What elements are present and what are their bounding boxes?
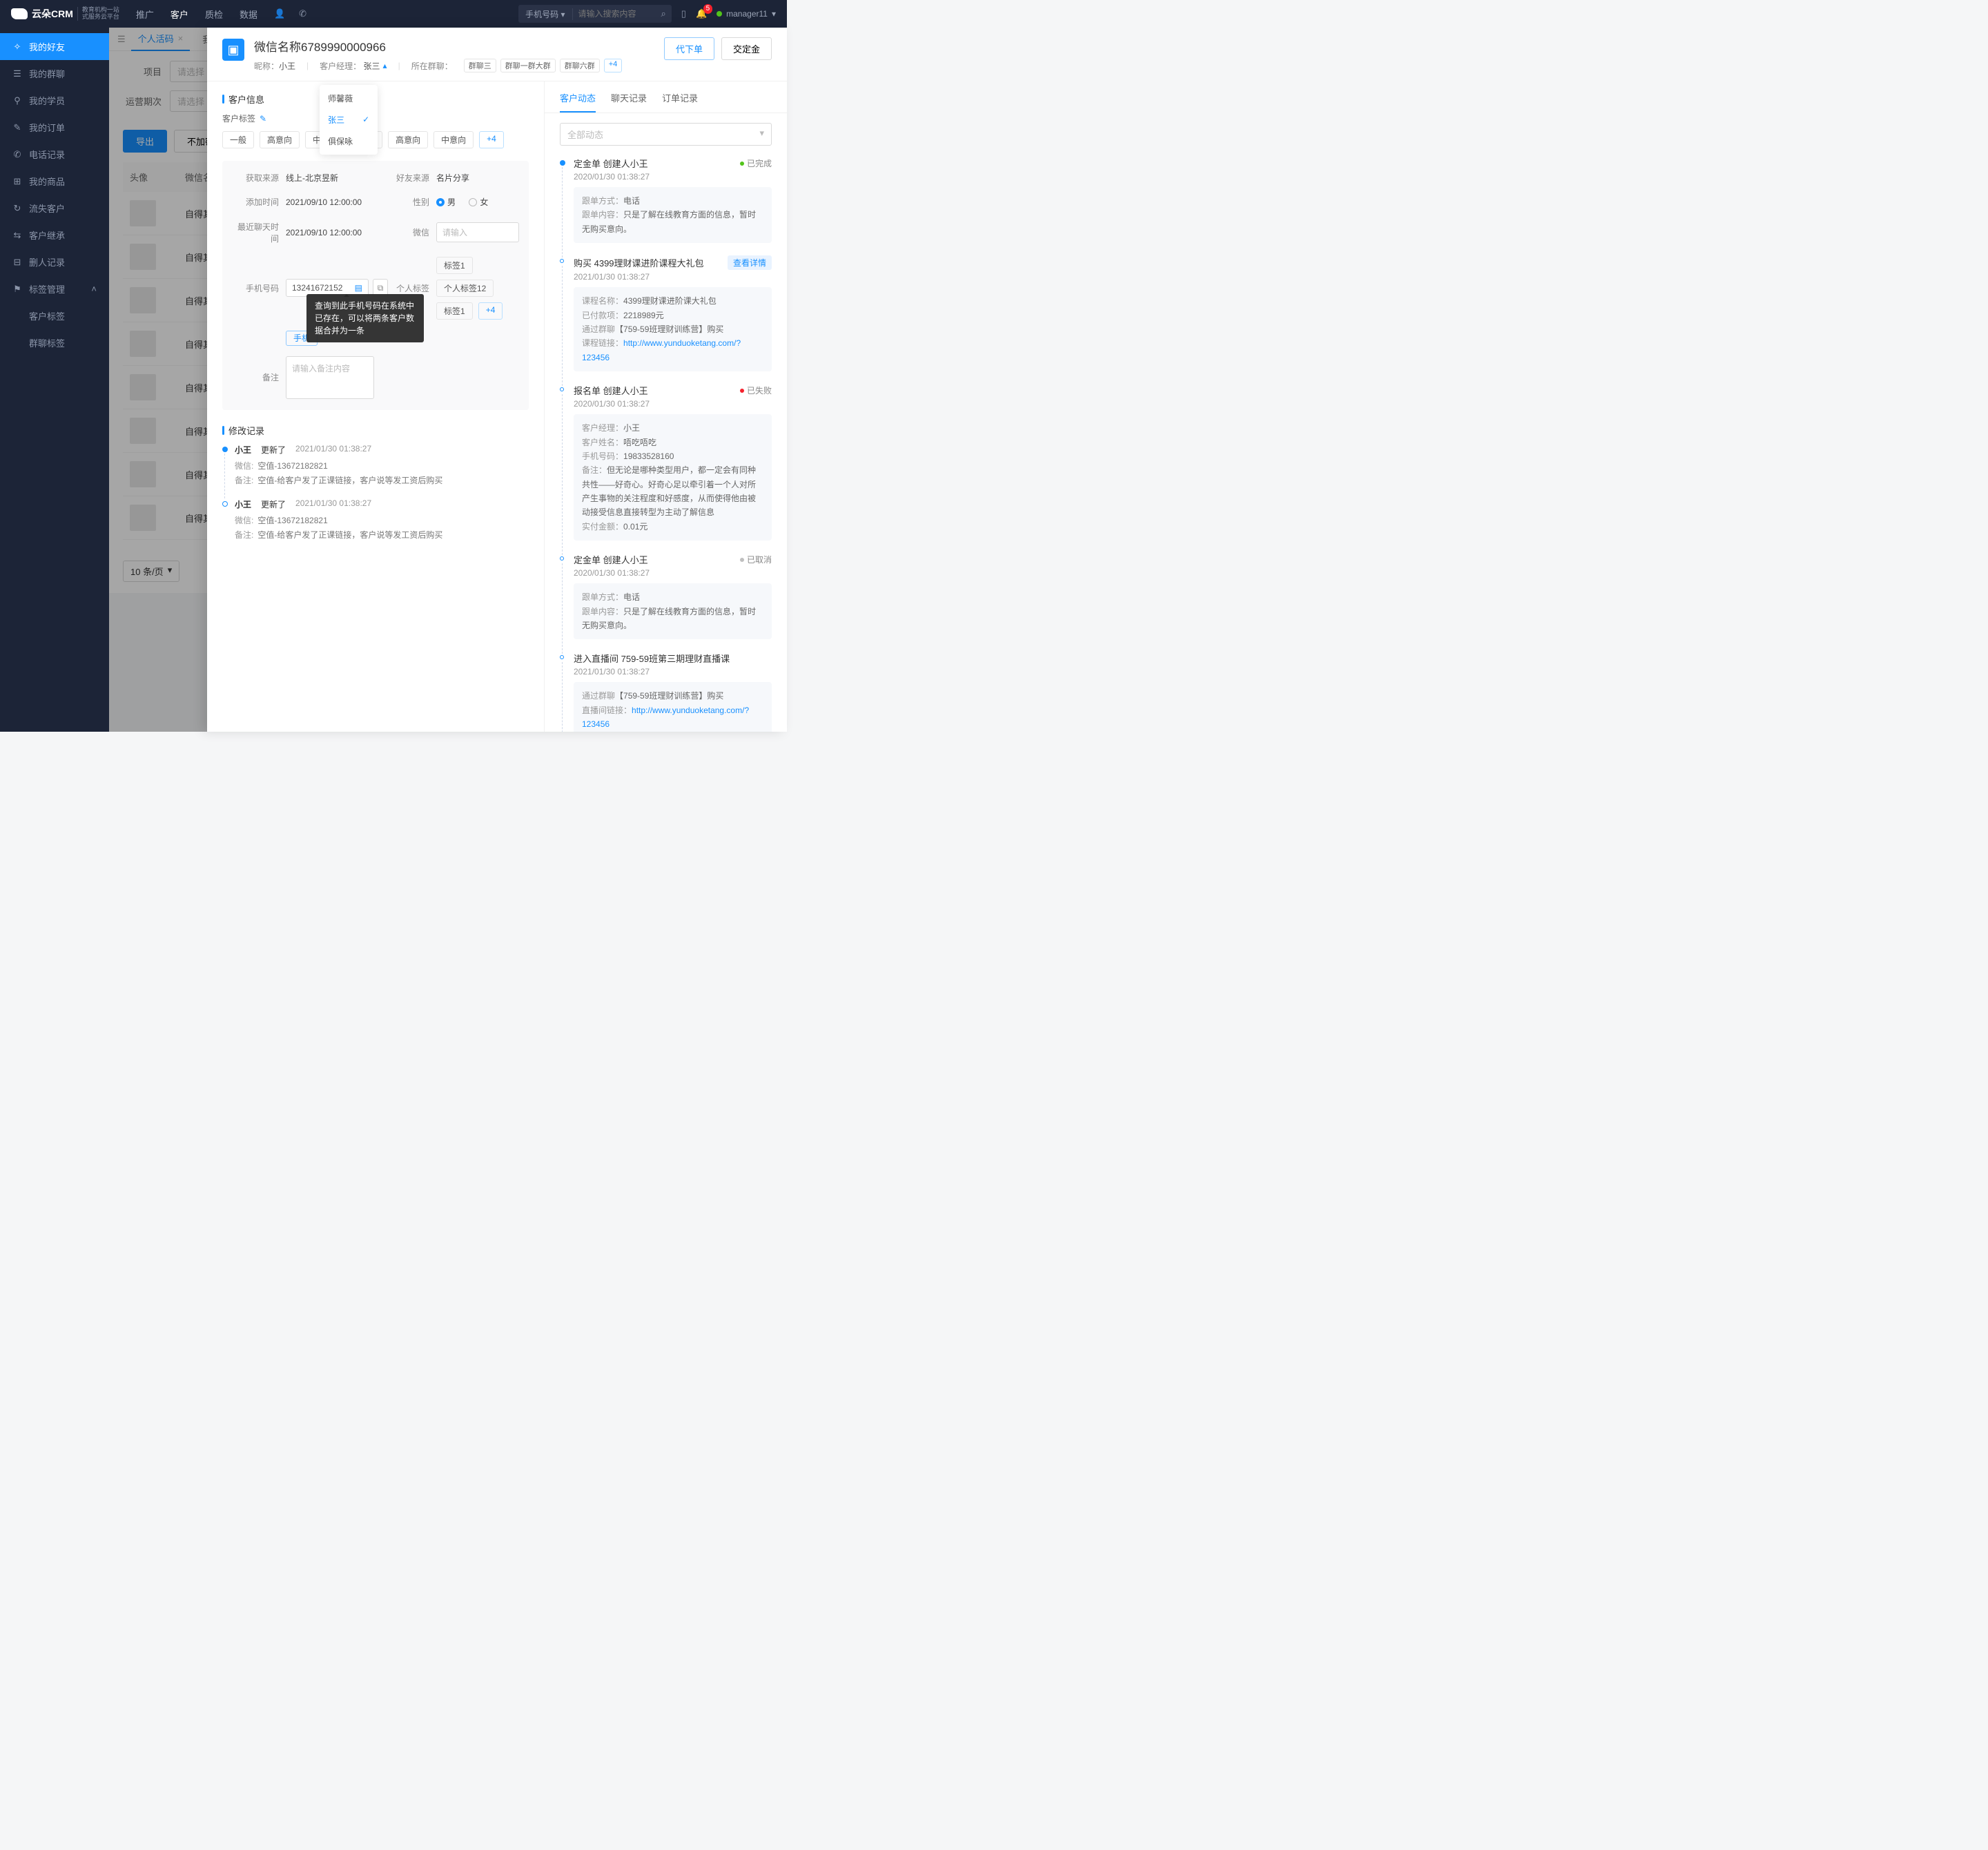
sidebar-item[interactable]: ✎我的订单 xyxy=(0,114,109,141)
wechat-input[interactable]: 请输入 xyxy=(436,222,519,242)
top-nav: 推广 客户 质检 数据 xyxy=(136,8,257,21)
group-chip: 群聊三 xyxy=(464,59,496,72)
customer-tag[interactable]: 高意向 xyxy=(388,131,428,148)
section-log-title: 修改记录 xyxy=(228,424,264,437)
tags-label: 客户标签 xyxy=(222,113,255,124)
sidebar-item[interactable]: ⊟删人记录 xyxy=(0,249,109,275)
sidebar-item[interactable]: ✆电话记录 xyxy=(0,141,109,168)
mobile-icon[interactable]: ▯ xyxy=(681,8,686,19)
memo-textarea[interactable]: 请输入备注内容 xyxy=(286,356,374,399)
customer-tag[interactable]: 中意向 xyxy=(433,131,474,148)
nav-客户[interactable]: 客户 xyxy=(170,8,188,21)
timeline-item: 定金单 创建人小王已取消2020/01/30 01:38:27跟单方式：电话跟单… xyxy=(560,553,772,639)
sidebar-item[interactable]: ⊞我的商品 xyxy=(0,168,109,195)
dropdown-item[interactable]: 师馨薇 xyxy=(320,88,378,109)
customer-icon: ▣ xyxy=(222,39,244,61)
nav-数据[interactable]: 数据 xyxy=(240,8,257,21)
tag-more[interactable]: +4 xyxy=(479,131,504,148)
customer-tag[interactable]: 一般 xyxy=(222,131,254,148)
right-tab[interactable]: 客户动态 xyxy=(560,91,596,113)
group-more[interactable]: +4 xyxy=(604,59,623,72)
manager-select[interactable]: 张三 ▴ xyxy=(364,60,387,72)
user-icon[interactable]: 👤 xyxy=(274,8,285,19)
sidebar: ✧我的好友☰我的群聊⚲我的学员✎我的订单✆电话记录⊞我的商品↻流失客户⇆客户继承… xyxy=(0,28,109,732)
timeline-item: 购买 4399理财课进阶课程大礼包查看详情2021/01/30 01:38:27… xyxy=(560,255,772,371)
timeline-item: 定金单 创建人小王已完成2020/01/30 01:38:27跟单方式：电话跟单… xyxy=(560,157,772,243)
customer-tag[interactable]: 高意向 xyxy=(260,131,300,148)
phone-icon[interactable]: ✆ xyxy=(299,8,306,19)
log-item: 小王更新了2021/01/30 01:38:27微信:空值-1367218282… xyxy=(222,498,529,541)
timeline-item: 报名单 创建人小王已失败2020/01/30 01:38:27客户经理：小王客户… xyxy=(560,384,772,541)
group-chip: 群聊一群大群 xyxy=(500,59,556,72)
dropdown-item[interactable]: 张三✓ xyxy=(320,109,378,130)
right-tab[interactable]: 聊天记录 xyxy=(611,91,647,113)
edit-icon[interactable]: ✎ xyxy=(260,114,266,124)
sidebar-item[interactable]: ⇆客户继承 xyxy=(0,222,109,249)
sidebar-item[interactable]: ⚲我的学员 xyxy=(0,87,109,114)
view-detail-button[interactable]: 查看详情 xyxy=(728,255,772,270)
sidebar-sub-item[interactable]: 客户标签 xyxy=(0,302,109,329)
group-chip: 群聊六群 xyxy=(560,59,600,72)
nav-推广[interactable]: 推广 xyxy=(136,8,154,21)
place-order-button[interactable]: 代下单 xyxy=(664,37,714,60)
personal-tag[interactable]: 个人标签12 xyxy=(436,280,494,297)
bell-icon[interactable]: 🔔 xyxy=(696,8,707,19)
ptag-more[interactable]: +4 xyxy=(478,302,503,320)
nav-质检[interactable]: 质检 xyxy=(205,8,223,21)
topbar: 云朵CRM 教育机构一站式服务云平台 推广 客户 质检 数据 👤 ✆ 手机号码 ▾ ⌕… xyxy=(0,0,787,28)
logo: 云朵CRM 教育机构一站式服务云平台 xyxy=(11,7,119,21)
sidebar-item[interactable]: ✧我的好友 xyxy=(0,33,109,60)
logo-icon xyxy=(11,8,28,19)
deposit-button[interactable]: 交定金 xyxy=(721,37,772,60)
timeline-item: 进入直播间 759-59班第三期理财直播课2021/01/30 01:38:27… xyxy=(560,652,772,732)
personal-tag[interactable]: 标签1 xyxy=(436,302,473,320)
card-icon[interactable]: ▤ xyxy=(355,283,362,293)
right-tab[interactable]: 订单记录 xyxy=(662,91,698,113)
sidebar-item[interactable]: ⚑标签管理˄ xyxy=(0,275,109,302)
radio-female[interactable]: 女 xyxy=(469,196,488,208)
phone-tooltip: 查询到此手机号码在系统中已存在，可以将两条客户数据合并为一条 xyxy=(306,294,424,342)
customer-drawer: ▣ 微信名称6789990000966 昵称：小王 | 客户经理： 张三 ▴ 师… xyxy=(207,28,787,732)
search-icon[interactable]: ⌕ xyxy=(656,8,672,19)
user-menu[interactable]: manager11▾ xyxy=(717,9,776,19)
log-item: 小王更新了2021/01/30 01:38:27微信:空值-1367218282… xyxy=(222,444,529,486)
sidebar-item[interactable]: ↻流失客户 xyxy=(0,195,109,222)
logo-text: 云朵CRM xyxy=(32,7,73,21)
logo-sub: 教育机构一站式服务云平台 xyxy=(77,7,119,21)
search-input[interactable] xyxy=(573,9,656,19)
manager-dropdown: 师馨薇张三✓俱保咏 xyxy=(320,85,378,155)
sidebar-item[interactable]: ☰我的群聊 xyxy=(0,60,109,87)
section-info-title: 客户信息 xyxy=(228,92,264,106)
search-type-select[interactable]: 手机号码 ▾ xyxy=(518,8,572,20)
customer-title: 微信名称6789990000966 xyxy=(254,37,654,55)
search-group: 手机号码 ▾ ⌕ xyxy=(518,5,672,23)
sidebar-sub-item[interactable]: 群聊标签 xyxy=(0,329,109,356)
personal-tag[interactable]: 标签1 xyxy=(436,257,473,274)
dropdown-item[interactable]: 俱保咏 xyxy=(320,130,378,152)
activity-filter-select[interactable]: 全部动态▾ xyxy=(560,123,772,146)
radio-male[interactable]: 男 xyxy=(436,196,456,208)
chevron-up-icon: ▴ xyxy=(383,61,387,70)
